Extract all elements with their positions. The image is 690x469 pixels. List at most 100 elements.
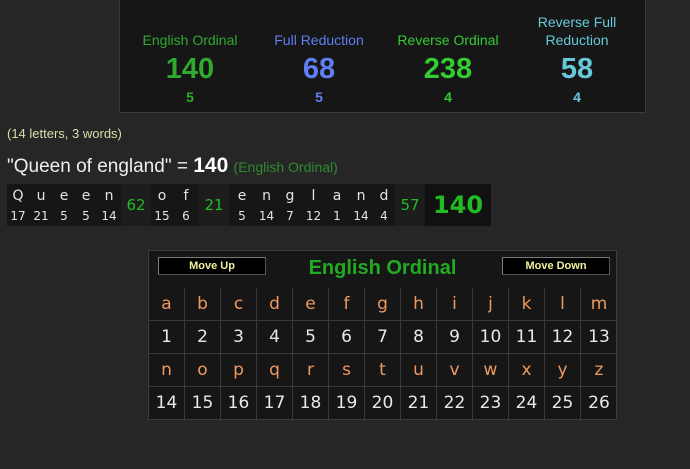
breakdown-letter-cell: e5	[229, 184, 255, 226]
cipher-grid: a b c d e f g h i j k l m 1 2 3 4 5 6 7 8 9 10 11 12 13 n o p q r s t u v w…	[149, 288, 617, 420]
chart-value-cell: 3	[221, 321, 257, 354]
breakdown-letter-cell: g7	[278, 184, 302, 226]
chart-letter-cell[interactable]: a	[149, 288, 185, 321]
chart-title: English Ordinal	[308, 257, 457, 279]
chart-letter-cell[interactable]: o	[185, 354, 221, 387]
chart-letter-cell[interactable]: i	[437, 288, 473, 321]
chart-letter-cell[interactable]: z	[581, 354, 617, 387]
chart-letter-cell[interactable]: c	[221, 288, 257, 321]
breakdown-letter: n	[104, 188, 114, 204]
breakdown-letter-value: 21	[33, 209, 49, 223]
breakdown-letter-value: 17	[10, 209, 26, 223]
phrase-result: "Queen of england" = 140 (English Ordina…	[7, 154, 338, 178]
cipher-reduction: 4	[573, 89, 581, 105]
cipher-value: 68	[302, 53, 336, 85]
breakdown-letter: a	[332, 188, 342, 204]
chart-letter-cell[interactable]: v	[437, 354, 473, 387]
chart-letter-cell[interactable]: j	[473, 288, 509, 321]
cipher-value: 238	[423, 53, 473, 85]
cipher-name: English Ordinal	[142, 32, 238, 48]
chart-letter-cell[interactable]: y	[545, 354, 581, 387]
breakdown-letter-cell: f6	[173, 184, 199, 226]
breakdown-letter-cell: l 12	[302, 184, 325, 226]
phrase-text: "Queen of england"	[7, 156, 172, 177]
breakdown-letter: l	[311, 188, 316, 204]
chart-letter-cell[interactable]: s	[329, 354, 365, 387]
chart-value-cell: 10	[473, 321, 509, 354]
chart-value-cell: 6	[329, 321, 365, 354]
cipher-name: Reverse Ordinal	[397, 32, 499, 48]
chart-letter-cell[interactable]: q	[257, 354, 293, 387]
breakdown-letter: u	[36, 188, 46, 204]
chart-value-cell: 9	[437, 321, 473, 354]
breakdown-letter-value: 4	[380, 209, 388, 223]
chart-letter-cell[interactable]: m	[581, 288, 617, 321]
breakdown-letter-cell: d4	[373, 184, 395, 226]
chart-letter-cell[interactable]: p	[221, 354, 257, 387]
chart-value-cell: 8	[401, 321, 437, 354]
chart-header: Move Up English Ordinal Move Down	[149, 251, 616, 287]
breakdown-letter-cell: o 15	[151, 184, 173, 226]
chart-letter-cell[interactable]: g	[365, 288, 401, 321]
chart-letter-cell[interactable]: w	[473, 354, 509, 387]
phrase-breakdown-table: Q 17 u 21 e 5 e 5 n 14 62 o 15 f 6 21 e 5 n 14 g 7 l 12 a 1 n 14 d 4 5…	[7, 184, 491, 226]
chart-letter-cell[interactable]: u	[401, 354, 437, 387]
chart-value-cell: 22	[437, 387, 473, 420]
breakdown-letter-value: 5	[60, 209, 68, 223]
breakdown-letter-cell: n 14	[349, 184, 373, 226]
chart-value-cell: 20	[365, 387, 401, 420]
cipher-chart: Move Up English Ordinal Move Down abcdef…	[148, 250, 617, 420]
breakdown-letter-value: 5	[238, 209, 246, 223]
phrase-cipher-name: (English Ordinal)	[233, 159, 338, 175]
cipher-name: Full Reduction	[274, 32, 364, 48]
breakdown-letter-cell: e5	[53, 184, 75, 226]
breakdown-letter-cell: a1	[325, 184, 349, 226]
breakdown-letter-value: 14	[353, 209, 369, 223]
breakdown-letter: Q	[12, 188, 24, 204]
chart-letter-cell[interactable]: d	[257, 288, 293, 321]
breakdown-letter: g	[285, 188, 295, 204]
breakdown-word-sum: 21	[199, 184, 229, 226]
breakdown-word-sum: 62	[121, 184, 151, 226]
chart-letter-cell[interactable]: e	[293, 288, 329, 321]
chart-value-cell: 2	[185, 321, 221, 354]
chart-value-cell: 23	[473, 387, 509, 420]
breakdown-letter-cell: n 14	[97, 184, 121, 226]
chart-value-cell: 18	[293, 387, 329, 420]
chart-letter-cell[interactable]: f	[329, 288, 365, 321]
breakdown-letter: n	[356, 188, 366, 204]
letter-word-count: (14 letters, 3 words)	[7, 126, 122, 141]
chart-value-cell: 21	[401, 387, 437, 420]
breakdown-letter: e	[237, 188, 247, 204]
chart-letter-cell[interactable]: k	[509, 288, 545, 321]
chart-value-cell: 26	[581, 387, 617, 420]
phrase-sum: 140	[193, 154, 229, 177]
chart-letter-cell[interactable]: n	[149, 354, 185, 387]
breakdown-total: 140	[425, 184, 491, 226]
chart-value-cell: 15	[185, 387, 221, 420]
move-up-button[interactable]: Move Up	[158, 257, 266, 275]
chart-value-cell: 25	[545, 387, 581, 420]
chart-letter-cell[interactable]: t	[365, 354, 401, 387]
cipher-value: 140	[165, 53, 215, 85]
chart-letter-cell[interactable]: h	[401, 288, 437, 321]
chart-value-cell: 7	[365, 321, 401, 354]
breakdown-letter: e	[81, 188, 91, 204]
breakdown-letter-value: 1	[333, 209, 341, 223]
chart-value-cell: 1	[149, 321, 185, 354]
chart-letter-cell[interactable]: b	[185, 288, 221, 321]
breakdown-letter-value: 12	[305, 209, 322, 223]
cipher-reduction: 4	[444, 89, 452, 105]
chart-letter-cell[interactable]: l	[545, 288, 581, 321]
chart-letter-cell[interactable]: x	[509, 354, 545, 387]
chart-value-cell: 24	[509, 387, 545, 420]
breakdown-letter-cell: e5	[75, 184, 97, 226]
breakdown-letter-cell: Q 17	[7, 184, 29, 226]
chart-value-cell: 4	[257, 321, 293, 354]
chart-letter-cell[interactable]: r	[293, 354, 329, 387]
breakdown-letter-cell: u 21	[29, 184, 53, 226]
cipher-value: 58	[560, 53, 594, 85]
breakdown-letter-value: 6	[182, 209, 190, 223]
chart-value-cell: 19	[329, 387, 365, 420]
move-down-button[interactable]: Move Down	[502, 257, 610, 275]
